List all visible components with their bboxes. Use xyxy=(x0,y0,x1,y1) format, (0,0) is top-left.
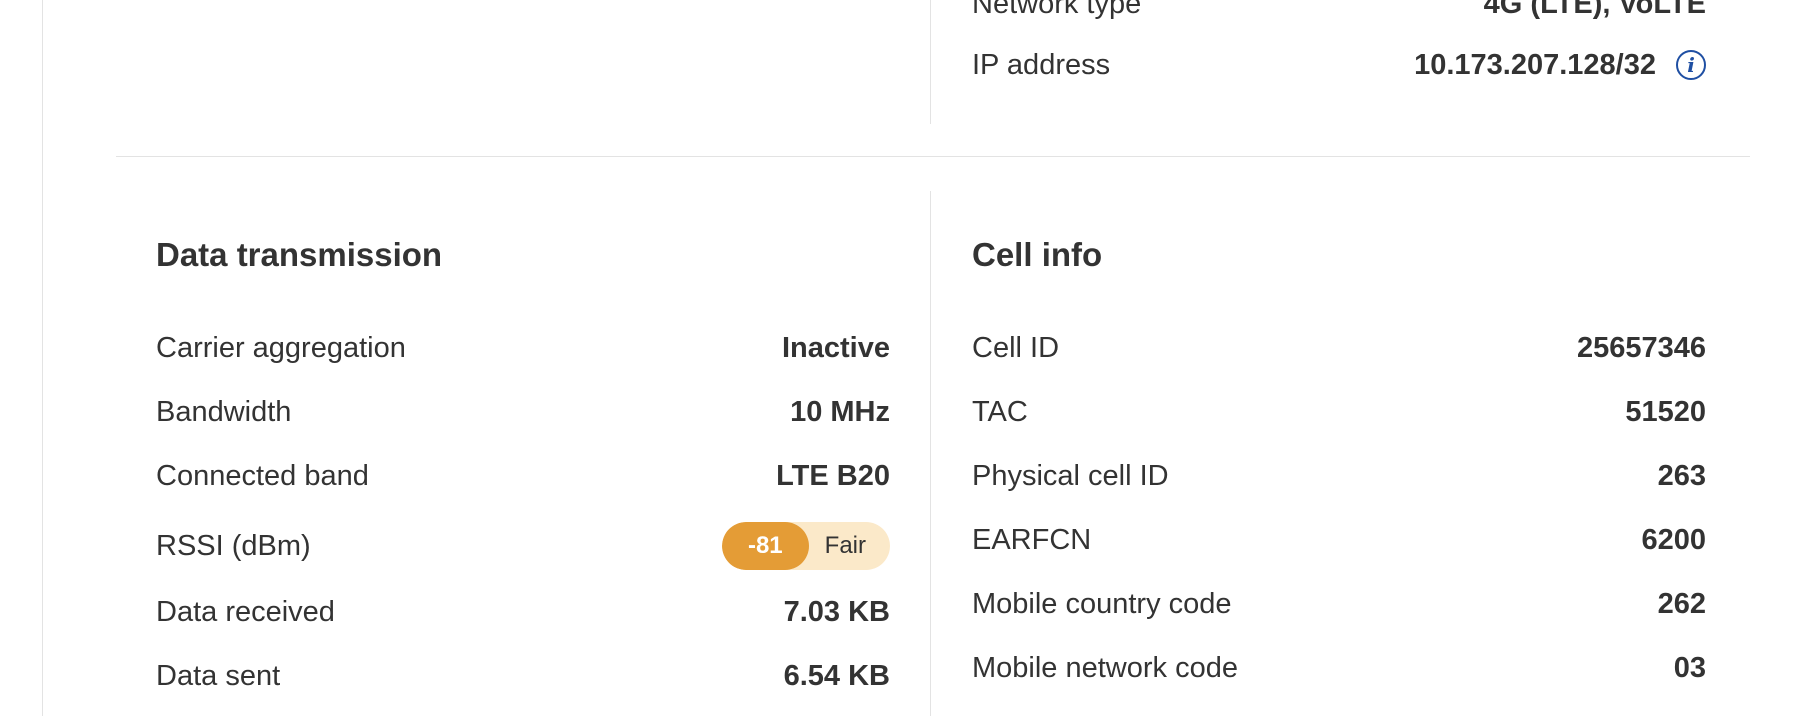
network-type-value: 4G (LTE), VoLTE xyxy=(1483,0,1706,20)
network-type-row: Network type 4G (LTE), VoLTE xyxy=(972,0,1706,24)
rssi-label: RSSI (dBm) xyxy=(156,529,311,562)
info-icon[interactable]: i xyxy=(1676,50,1706,80)
tac-label: TAC xyxy=(972,395,1028,428)
carrier-aggregation-label: Carrier aggregation xyxy=(156,331,406,364)
panel-left-border xyxy=(42,0,43,716)
physical-cell-id-value: 263 xyxy=(1657,459,1706,492)
cell-id-row: Cell ID 25657346 xyxy=(972,328,1706,368)
mobile-country-code-row: Mobile country code 262 xyxy=(972,584,1706,624)
data-sent-label: Data sent xyxy=(156,659,281,692)
tac-row: TAC 51520 xyxy=(972,392,1706,432)
cell-id-label: Cell ID xyxy=(972,331,1060,364)
section-divider xyxy=(116,156,1750,157)
network-type-label: Network type xyxy=(972,0,1142,20)
data-received-value: 7.03 KB xyxy=(783,595,890,628)
cell-id-value: 25657346 xyxy=(1576,331,1706,364)
connected-band-value: LTE B20 xyxy=(776,459,890,492)
cell-info-title: Cell info xyxy=(972,236,1103,273)
data-sent-row: Data sent 6.54 KB xyxy=(156,656,890,696)
rssi-quality-status: Fair xyxy=(824,532,866,559)
ip-address-value: 10.173.207.128/32 xyxy=(1414,48,1656,81)
rssi-value: -81 xyxy=(721,522,809,570)
column-divider-top xyxy=(930,0,931,124)
mobile-network-code-value: 03 xyxy=(1673,651,1706,684)
earfcn-value: 6200 xyxy=(1641,523,1706,556)
physical-cell-id-row: Physical cell ID 263 xyxy=(972,456,1706,496)
mobile-network-code-row: Mobile network code 03 xyxy=(972,648,1706,688)
bandwidth-row: Bandwidth 10 MHz xyxy=(156,392,890,432)
connected-band-label: Connected band xyxy=(156,459,369,492)
physical-cell-id-label: Physical cell ID xyxy=(972,459,1169,492)
connected-band-row: Connected band LTE B20 xyxy=(156,456,890,496)
mobile-country-code-value: 262 xyxy=(1657,587,1706,620)
carrier-aggregation-value: Inactive xyxy=(782,331,890,364)
ip-address-label: IP address xyxy=(972,48,1111,81)
carrier-aggregation-row: Carrier aggregation Inactive xyxy=(156,328,890,368)
data-transmission-title: Data transmission xyxy=(156,236,443,273)
rssi-signal-badge: -81 Fair xyxy=(721,522,890,570)
ip-address-value-group: 10.173.207.128/32 i xyxy=(1414,49,1706,82)
earfcn-row: EARFCN 6200 xyxy=(972,520,1706,560)
earfcn-label: EARFCN xyxy=(972,523,1092,556)
data-sent-value: 6.54 KB xyxy=(783,659,890,692)
device-status-page: Network type 4G (LTE), VoLTE IP address … xyxy=(0,0,1796,716)
rssi-row: RSSI (dBm) -81 Fair xyxy=(156,522,890,570)
tac-value: 51520 xyxy=(1625,395,1706,428)
bandwidth-value: 10 MHz xyxy=(790,395,890,428)
mobile-network-code-label: Mobile network code xyxy=(972,651,1238,684)
data-received-row: Data received 7.03 KB xyxy=(156,592,890,632)
column-divider-bottom xyxy=(930,191,931,716)
ip-address-row: IP address 10.173.207.128/32 i xyxy=(972,45,1706,85)
bandwidth-label: Bandwidth xyxy=(156,395,292,428)
data-received-label: Data received xyxy=(156,595,335,628)
mobile-country-code-label: Mobile country code xyxy=(972,587,1232,620)
